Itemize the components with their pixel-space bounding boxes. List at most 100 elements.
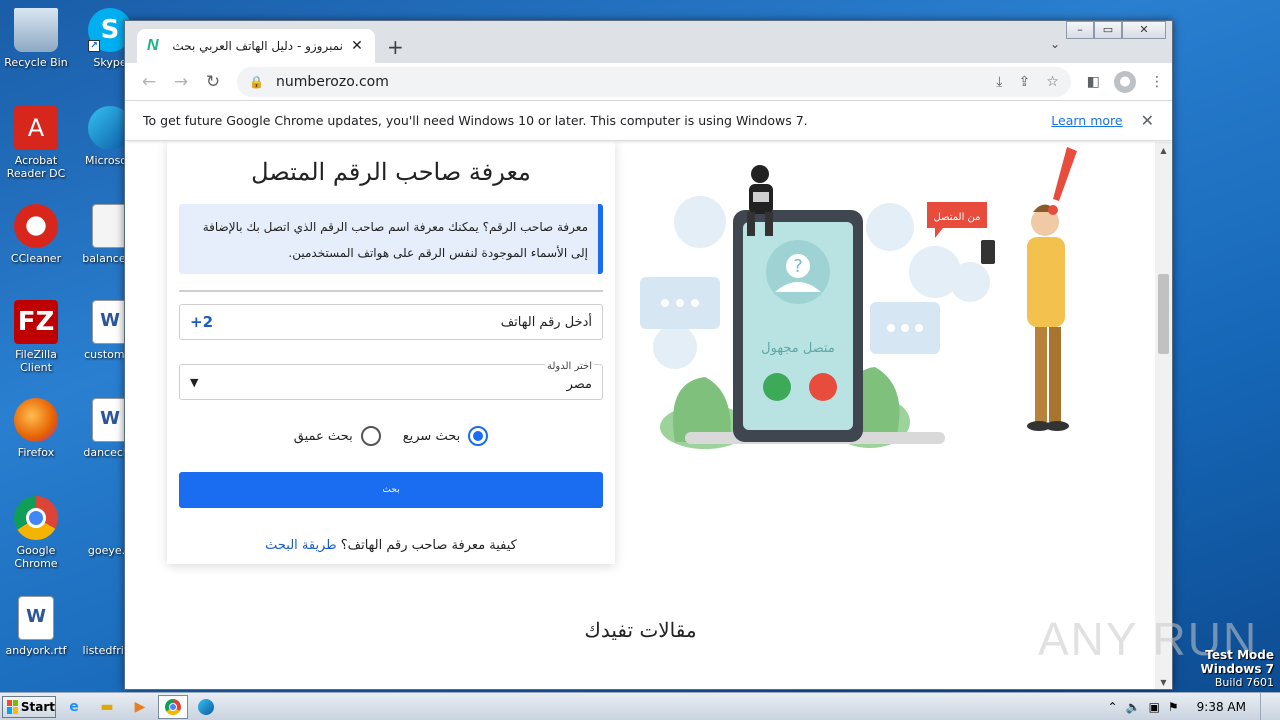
person-figure	[981, 204, 1069, 431]
who-is-calling-badge: من المتصل	[927, 202, 987, 238]
start-button[interactable]: Start	[2, 695, 56, 718]
radio-deep-label: بحث عميق	[293, 428, 353, 444]
desktop-icon-label: Recycle Bin	[4, 56, 68, 69]
profile-avatar-icon[interactable]: ●	[1114, 70, 1136, 93]
browser-tab[interactable]: N نمبروزو - دليل الهاتف العربي بحث بالا …	[137, 29, 375, 63]
recycle-bin-icon	[14, 8, 58, 52]
reload-button[interactable]: ↻	[197, 72, 229, 92]
search-button[interactable]: بحث	[179, 472, 603, 508]
unknown-caller-illustration: ? متصل مجهول من المتصل	[640, 147, 1077, 449]
radio-deep-search[interactable]: بحث عميق	[294, 426, 381, 446]
info-note: معرفة صاحب الرقم؟ يمكنك معرفة اسم صاحب ا…	[179, 204, 603, 274]
window-close-button[interactable]: ✕	[1122, 21, 1166, 39]
test-mode-watermark: Test Mode Windows 7 Build 7601	[1201, 648, 1274, 690]
phone-illustration: ? متصل مجهول	[733, 210, 863, 442]
forward-button[interactable]: →	[165, 72, 197, 92]
install-app-icon[interactable]: ⤓	[996, 74, 1002, 90]
scroll-down-icon[interactable]: ▼	[1155, 674, 1172, 689]
firefox-icon	[14, 398, 58, 442]
network-icon[interactable]: ▣	[1149, 700, 1160, 714]
word-document-icon: W	[92, 398, 128, 442]
country-select-label: اختر الدولة	[545, 361, 594, 372]
taskbar-explorer-icon[interactable]: ▬	[92, 695, 122, 719]
tab-search-chevron-icon[interactable]: ⌄	[1050, 37, 1060, 51]
desktop-icon-label: CCleaner	[10, 252, 62, 265]
omnibox-actions: ⤓ ⇪ ☆	[996, 74, 1059, 90]
radio-quick-button[interactable]	[468, 426, 489, 446]
speaker-icon[interactable]: 🔈	[1126, 700, 1141, 714]
shortcut-arrow-icon: ↗	[88, 40, 100, 52]
desktop-icon-label: Firefox	[17, 446, 55, 459]
desktop-icon-ccleaner[interactable]: CCleaner	[0, 204, 72, 265]
browser-toolbar: ← → ↻ 🔒 numberozo.com ⤓ ⇪ ☆ ◧ ● ⋮	[125, 63, 1172, 101]
watermark-line2: Windows 7	[1200, 662, 1274, 676]
unknown-caller-text: متصل مجهول	[761, 341, 835, 356]
maximize-button[interactable]: ▭	[1094, 21, 1122, 39]
taskbar-ie-icon[interactable]: e	[59, 695, 89, 719]
desktop-icon-acrobat[interactable]: A Acrobat Reader DC	[0, 106, 72, 180]
clock[interactable]: 9:38 AM	[1197, 700, 1246, 714]
word-document-icon: W	[92, 300, 128, 344]
minimize-button[interactable]: –	[1066, 21, 1094, 39]
show-desktop-button[interactable]	[1260, 692, 1272, 720]
articles-heading: مقالات تفيدك	[584, 618, 697, 642]
taskbar-chrome-icon[interactable]	[158, 694, 188, 719]
desktop-icons: Recycle Bin S ↗ Skype A Acrobat Reader DC…	[0, 0, 138, 690]
dropdown-arrow-icon: ▼	[190, 376, 199, 389]
tab-close-icon[interactable]: ✕	[349, 38, 365, 54]
desktop-icon-label: Skype	[93, 56, 127, 69]
radio-quick-search[interactable]: بحث سريع	[403, 426, 489, 446]
scroll-up-icon[interactable]: ▲	[1155, 142, 1172, 159]
taskbar-edge-icon[interactable]	[191, 695, 221, 719]
howto-line: كيفية معرفة صاحب رقم الهاتف؟ طريقة البحث	[179, 538, 603, 553]
radio-deep-button[interactable]	[360, 426, 381, 446]
desktop-icon-recycle-bin[interactable]: Recycle Bin	[0, 8, 72, 69]
desktop-icon-chrome[interactable]: Google Chrome	[0, 496, 72, 570]
country-select[interactable]: اختر الدولة مصر ▼	[179, 361, 603, 400]
site-favicon-icon: N	[147, 37, 159, 54]
tab-strip: N نمبروزو - دليل الهاتف العربي بحث بالا …	[125, 21, 1172, 63]
howto-link[interactable]: طريقة البحث	[265, 538, 336, 553]
radio-quick-label: بحث سريع	[402, 428, 461, 444]
side-panel-icon[interactable]: ◧	[1087, 74, 1100, 90]
taskbar-media-player-icon[interactable]: ▶	[125, 695, 155, 719]
windows-logo-icon	[7, 699, 18, 714]
chrome-window: N نمبروزو - دليل الهاتف العربي بحث بالا …	[124, 20, 1173, 690]
desktop-icon-label: FileZilla Client	[15, 348, 57, 374]
who-is-calling-text: من المتصل	[933, 212, 980, 223]
share-icon[interactable]: ⇪	[1018, 74, 1030, 90]
page-scrollbar[interactable]: ▲ ▼	[1155, 142, 1172, 689]
infobar-close-icon[interactable]: ✕	[1141, 111, 1154, 130]
filezilla-icon: FZ	[14, 300, 58, 344]
infobar-message: To get future Google Chrome updates, you…	[143, 113, 808, 128]
desktop-icon-label: Google Chrome	[14, 544, 58, 570]
search-card: معرفة صاحب الرقم المتصل معرفة صاحب الرقم…	[167, 142, 615, 564]
desktop-icon-filezilla[interactable]: FZ FileZilla Client	[0, 300, 72, 374]
action-center-flag-icon[interactable]: ⚑	[1168, 700, 1179, 714]
desktop-icon-firefox[interactable]: Firefox	[0, 398, 72, 459]
watermark-line1: Test Mode	[1205, 648, 1274, 662]
exclamation-icon	[1048, 147, 1077, 215]
new-tab-button[interactable]: +	[387, 35, 404, 59]
desktop-icon-label: Acrobat Reader DC	[6, 154, 66, 180]
page-viewport: معرفة صاحب الرقم المتصل معرفة صاحب الرقم…	[125, 142, 1156, 689]
menu-kebab-icon[interactable]: ⋮	[1150, 74, 1164, 90]
svg-text:?: ?	[793, 256, 803, 277]
taskbar: Start e ▬ ▶ ⌃ 🔈 ▣ ⚑ 9:38 AM	[0, 692, 1280, 720]
word-document-icon: W	[18, 596, 54, 640]
scrollbar-thumb[interactable]	[1158, 274, 1169, 354]
divider	[179, 290, 603, 292]
update-infobar: To get future Google Chrome updates, you…	[125, 101, 1172, 141]
learn-more-link[interactable]: Learn more	[1051, 113, 1122, 128]
file-icon	[92, 204, 128, 248]
phone-input[interactable]: أدخل رقم الهاتف +2	[179, 304, 603, 340]
lock-icon[interactable]: 🔒	[249, 75, 264, 89]
address-bar[interactable]: 🔒 numberozo.com ⤓ ⇪ ☆	[237, 66, 1071, 97]
desktop-icon-andyork[interactable]: W andyork.rtf	[0, 596, 72, 657]
country-select-value: مصر	[566, 377, 592, 392]
window-controls: – ▭ ✕	[1066, 21, 1166, 39]
bookmark-star-icon[interactable]: ☆	[1046, 74, 1059, 90]
tray-expand-icon[interactable]: ⌃	[1108, 700, 1118, 714]
start-label: Start	[20, 699, 55, 714]
back-button[interactable]: ←	[133, 72, 165, 92]
